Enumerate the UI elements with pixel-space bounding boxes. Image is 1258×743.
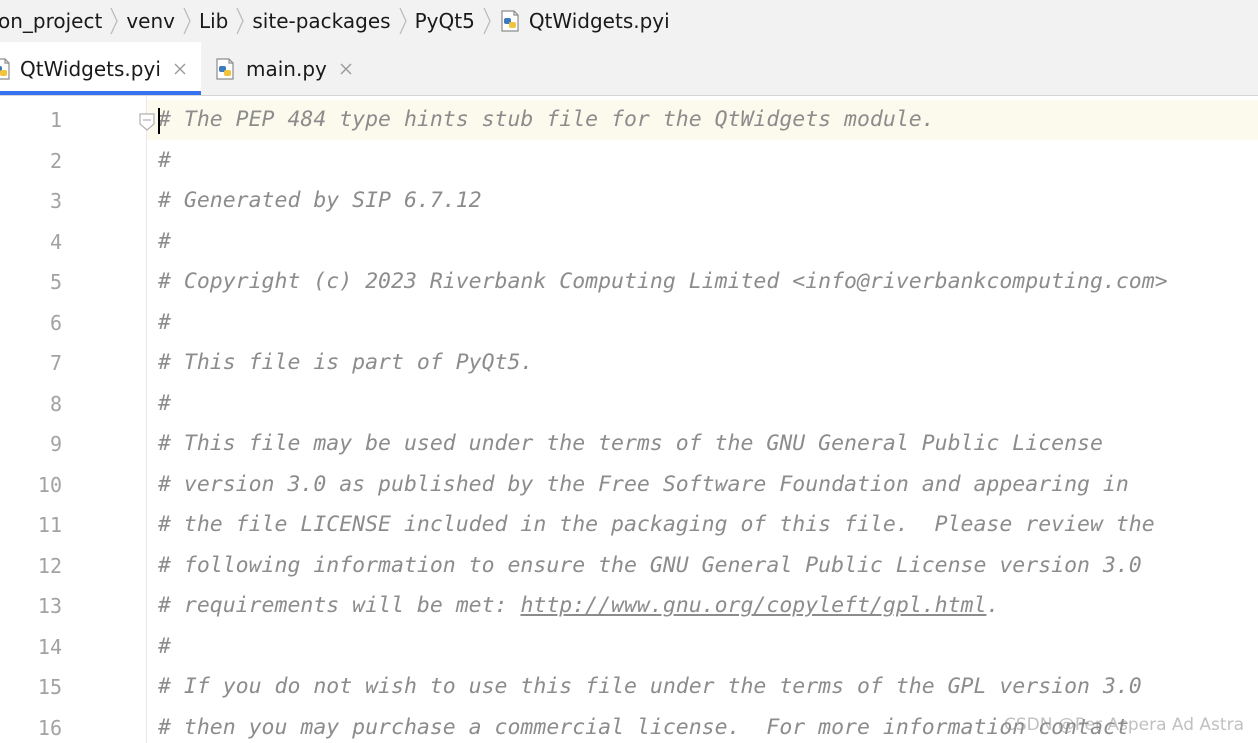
tab-label: main.py [246,56,327,81]
python-file-icon [0,57,14,81]
breadcrumb-item-venv[interactable]: venv [126,9,175,33]
close-icon[interactable] [337,60,355,78]
fold-icon[interactable] [138,112,156,132]
breadcrumb-label: venv [126,9,175,33]
code-line: # Generated by SIP 6.7.12 [158,188,482,213]
code-line: # [158,309,171,335]
line-number: 13 [37,594,62,618]
code-line: # [158,228,171,254]
chevron-right-icon [102,0,126,42]
line-number: 14 [37,634,62,659]
code-line: # [158,147,171,173]
breadcrumb-label: on_project [0,9,103,33]
code-line: # This file is part of PyQt5. [158,350,534,375]
line-number: 16 [37,715,62,740]
code-line: # Copyright (c) 2023 Riverbank Computing… [158,269,1168,294]
tab-qtwidgets-pyi[interactable]: QtWidgets.pyi [0,42,201,95]
python-file-icon [499,9,523,33]
code-line: # [158,633,171,659]
chevron-right-icon [175,0,199,42]
code-text: # requirements will be met: [158,593,521,618]
line-number: 9 [49,432,62,456]
text-caret [158,108,160,134]
breadcrumb-item-site-packages[interactable]: site-packages [252,9,390,33]
code-line: # This file may be used under the terms … [158,431,1103,456]
line-number: 8 [49,391,62,416]
code-text: . [986,593,1000,618]
tab-main-py[interactable]: main.py [214,42,374,95]
chevron-right-icon [391,0,415,42]
line-number: 5 [49,270,62,294]
line-number: 4 [49,229,62,254]
code-line: # version 3.0 as published by the Free S… [158,471,1129,497]
breadcrumb-item-pyqt5[interactable]: PyQt5 [415,9,475,33]
tab-label: QtWidgets.pyi [20,56,161,81]
line-number: 11 [37,513,62,537]
breadcrumb: on_project venv Lib site-packages PyQt5 … [0,0,1258,42]
chevron-right-icon [228,0,252,42]
line-number: 3 [49,189,62,213]
code-line: # following information to ensure the GN… [158,552,1142,578]
line-number: 7 [49,351,62,375]
code-line: # The PEP 484 type hints stub file for t… [158,107,935,132]
code-editor[interactable]: 1 2 3 4 5 6 7 8 9 10 11 12 13 14 15 16 #… [0,96,1258,743]
watermark: CSDN @Per Aspera Ad Astra [1003,715,1244,735]
code-line: # [158,390,171,416]
editor-tab-bar: QtWidgets.pyi main.py [0,42,1258,96]
line-number: 6 [49,310,62,335]
breadcrumb-item-project[interactable]: on_project [0,9,102,33]
line-number: 2 [49,148,62,173]
close-icon[interactable] [171,60,189,78]
breadcrumb-label: QtWidgets.pyi [528,9,670,33]
line-number: 10 [37,472,62,497]
line-number: 1 [49,108,62,132]
line-number: 12 [37,553,62,578]
line-number: 15 [37,675,62,699]
chevron-right-icon [475,0,499,42]
breadcrumb-label: site-packages [252,9,391,33]
line-numbers: 1 2 3 4 5 6 7 8 9 10 11 12 13 14 15 16 [0,100,62,743]
breadcrumb-label: Lib [198,9,229,33]
breadcrumb-item-lib[interactable]: Lib [199,9,228,33]
gutter-divider [146,96,147,743]
license-url-link[interactable]: http://www.gnu.org/copyleft/gpl.html [520,593,986,618]
code-content[interactable]: # The PEP 484 type hints stub file for t… [158,100,1258,743]
python-file-icon [214,57,238,81]
code-line: # If you do not wish to use this file un… [158,674,1142,699]
breadcrumb-item-qtwidgets[interactable]: QtWidgets.pyi [499,9,670,33]
code-line: # the file LICENSE included in the packa… [158,512,1155,537]
breadcrumb-label: PyQt5 [414,9,475,33]
code-line-with-link: # requirements will be met: http://www.g… [158,586,1258,627]
